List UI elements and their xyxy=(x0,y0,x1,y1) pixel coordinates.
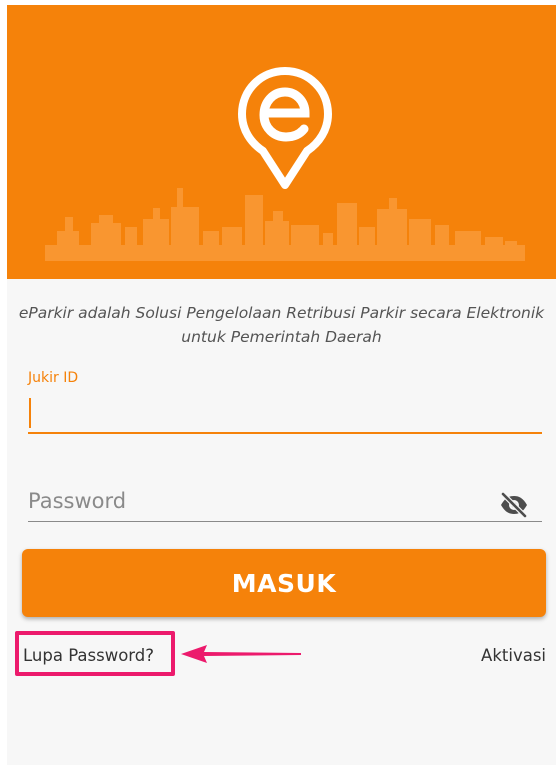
eparkir-logo-icon xyxy=(238,67,332,189)
eye-off-icon xyxy=(500,491,528,519)
app-tagline: eParkir adalah Solusi Pengelolaan Retrib… xyxy=(18,304,545,346)
password-input[interactable] xyxy=(28,481,542,522)
login-screen: eParkir adalah Solusi Pengelolaan Retrib… xyxy=(7,5,556,765)
annotation-arrow-icon xyxy=(181,645,301,663)
text-cursor xyxy=(29,398,31,428)
header-banner xyxy=(7,5,556,279)
jukir-id-label: Jukir ID xyxy=(28,370,79,386)
login-button[interactable]: MASUK xyxy=(22,549,546,617)
annotation-highlight-box xyxy=(15,631,175,676)
password-visibility-toggle[interactable] xyxy=(499,491,529,519)
jukir-id-input[interactable] xyxy=(28,394,542,434)
activation-link[interactable]: Aktivasi xyxy=(481,646,546,665)
